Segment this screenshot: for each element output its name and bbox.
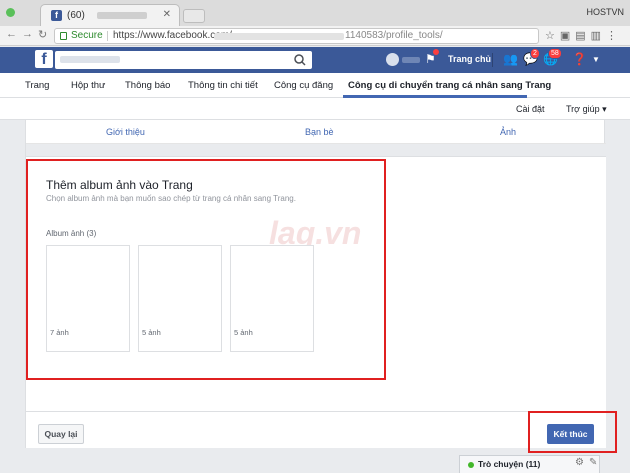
album-photo-count: 5 ảnh [234, 328, 253, 337]
section-about[interactable]: Giới thiệu [106, 127, 145, 137]
card-footer: Quay lại Kết thúc [26, 411, 606, 448]
lock-icon [60, 32, 67, 40]
redacted-text [214, 33, 344, 40]
tab-insights[interactable]: Thông tin chi tiết [188, 80, 258, 91]
chat-label: Trò chuyện (11) [478, 459, 541, 469]
redacted-text [60, 56, 120, 63]
secondary-nav: Cài đặt Trợ giúp ▾ [0, 98, 630, 120]
page-tabs: Trang Hộp thư Thông báo Thông tin chi ti… [0, 73, 630, 98]
back-button[interactable]: Quay lại [38, 424, 84, 444]
facebook-favicon-icon: f [51, 10, 62, 21]
tab-publishing-tools[interactable]: Công cụ đăng [274, 80, 333, 91]
window-control-icon[interactable] [6, 8, 15, 17]
album-photo-count: 7 ảnh [50, 328, 69, 337]
tab-profile-migration[interactable]: Công cụ di chuyển trang cá nhân sang Tra… [348, 80, 551, 91]
chat-settings-icon[interactable]: ⚙✎ [575, 457, 602, 468]
facebook-logo-icon[interactable]: f [35, 50, 53, 68]
panel-subtitle: Chọn album ảnh mà bạn muốn sao chép từ t… [46, 194, 296, 203]
tab-notifications[interactable]: Thông báo [125, 80, 170, 91]
redacted-text [402, 57, 420, 63]
tab-title: (60) [67, 10, 85, 21]
help-menu[interactable]: Trợ giúp ▾ [566, 104, 607, 115]
browser-tab[interactable]: f (60) ✕ [40, 4, 180, 26]
new-tab-button[interactable] [183, 9, 205, 23]
help-icon[interactable]: ❓ [572, 52, 587, 66]
hostname-label: HOSTVN [586, 7, 624, 17]
migration-card: Giới thiệu Bạn bè Ảnh Thêm album ảnh vào… [25, 120, 606, 448]
album-tile[interactable]: 7 ảnh [46, 245, 130, 352]
browser-tab-bar: f (60) ✕ HOSTVN [0, 0, 630, 26]
tab-inbox[interactable]: Hộp thư [71, 80, 105, 91]
chevron-down-icon[interactable]: ▼ [592, 55, 600, 64]
album-tile[interactable]: 5 ảnh [138, 245, 222, 352]
search-icon[interactable] [290, 52, 310, 68]
address-bar: ← → ↻ Secure https://www.facebook.com/ 1… [0, 26, 630, 46]
notifications-badge: 58 [548, 48, 562, 59]
friend-requests-icon[interactable]: 👥 [503, 52, 518, 66]
secure-label: Secure [71, 30, 103, 41]
facebook-top-bar: f ⚑ Trang chủ 👥 💬 2 🌐 58 ❓ ▼ [0, 47, 630, 73]
section-friends[interactable]: Bạn bè [305, 127, 334, 137]
messages-badge: 2 [530, 48, 540, 59]
tab-page[interactable]: Trang [25, 80, 49, 91]
url-suffix: 1140583/profile_tools/ [345, 30, 443, 41]
section-tabs: Giới thiệu Bạn bè Ảnh [26, 120, 606, 144]
extension-icons[interactable]: ☆▣▤▥⋮ [545, 29, 622, 42]
album-tile[interactable]: 5 ảnh [230, 245, 314, 352]
reload-icon[interactable]: ↻ [38, 28, 47, 41]
settings-link[interactable]: Cài đặt [516, 104, 545, 114]
finish-button[interactable]: Kết thúc [547, 424, 594, 444]
back-arrow-icon[interactable]: ← [6, 28, 17, 40]
panel-title: Thêm album ảnh vào Trang [46, 178, 193, 192]
album-photo-count: 5 ảnh [142, 328, 161, 337]
section-photos[interactable]: Ảnh [500, 127, 516, 137]
album-panel: Thêm album ảnh vào Trang Chọn album ảnh … [26, 156, 606, 411]
online-status-icon [468, 462, 474, 468]
avatar[interactable] [386, 53, 399, 66]
home-link[interactable]: Trang chủ [448, 54, 491, 64]
close-tab-icon[interactable]: ✕ [163, 9, 171, 20]
album-count: Album ảnh (3) [46, 229, 97, 238]
url-field[interactable]: Secure https://www.facebook.com/ 1140583… [54, 28, 539, 44]
redacted-text [97, 12, 147, 19]
notification-dot [433, 49, 439, 55]
forward-arrow-icon[interactable]: → [22, 28, 33, 40]
